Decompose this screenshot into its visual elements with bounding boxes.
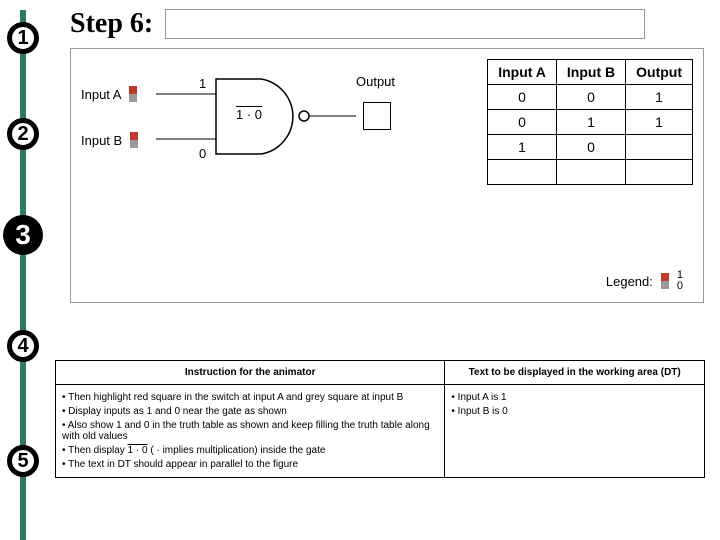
input-a-label: Input A [81, 87, 121, 102]
table-row: 0 1 1 [488, 110, 693, 135]
instr-cell-1: • Then highlight red square in the switc… [56, 385, 445, 478]
circuit-diagram: Input A Input B 1 0 1 · 0 Output [81, 74, 461, 194]
truth-table: Input A Input B Output 0 0 1 0 1 1 1 0 [487, 59, 693, 185]
switch-b [130, 132, 138, 148]
table-row: 1 0 [488, 135, 693, 160]
legend: Legend: 1 0 [606, 270, 683, 292]
switch-a-red [129, 86, 137, 94]
table-row [488, 160, 693, 185]
step-marker-5: 5 [7, 445, 39, 477]
list-item: • Then highlight red square in the switc… [62, 392, 438, 403]
working-area: Input A Input B 1 0 1 · 0 Output [70, 48, 704, 303]
list-item: • The text in DT should appear in parall… [62, 459, 438, 470]
legend-values: 1 0 [677, 270, 683, 292]
header: Step 6: [70, 8, 645, 40]
th-output: Output [626, 60, 693, 85]
list-item: • Input B is 0 [451, 406, 698, 417]
switch-b-grey [130, 140, 138, 148]
legend-label: Legend: [606, 274, 653, 289]
switch-b-red [130, 132, 138, 140]
instr-cell-2: • Input A is 1 • Input B is 0 [445, 385, 705, 478]
table-row: 0 0 1 [488, 85, 693, 110]
title-placeholder-box [165, 9, 645, 39]
instr-header-1: Instruction for the animator [56, 361, 445, 385]
th-input-b: Input B [556, 60, 625, 85]
switch-a [129, 86, 137, 102]
list-item: • Display inputs as 1 and 0 near the gat… [62, 406, 438, 417]
step-title: Step 6: [70, 8, 153, 40]
step-marker-2: 2 [7, 118, 39, 150]
input-b-label: Input B [81, 133, 122, 148]
output-box [363, 102, 391, 130]
th-input-a: Input A [488, 60, 557, 85]
step-marker-1: 1 [7, 22, 39, 54]
instruction-table: Instruction for the animator Text to be … [55, 360, 705, 478]
step-marker-4: 4 [7, 330, 39, 362]
gate-expression: 1 · 0 [236, 107, 262, 122]
list-item: • Also show 1 and 0 in the truth table a… [62, 420, 438, 442]
instr-header-2: Text to be displayed in the working area… [445, 361, 705, 385]
switch-a-grey [129, 94, 137, 102]
output-label: Output [356, 74, 395, 89]
step-marker-3-current: 3 [3, 215, 43, 255]
legend-switch-icon [661, 273, 669, 289]
input-a-row: Input A [81, 86, 137, 102]
input-b-row: Input B [81, 132, 138, 148]
list-item: • Then display 1 · 0 ( · implies multipl… [62, 445, 438, 456]
list-item: • Input A is 1 [451, 392, 698, 403]
